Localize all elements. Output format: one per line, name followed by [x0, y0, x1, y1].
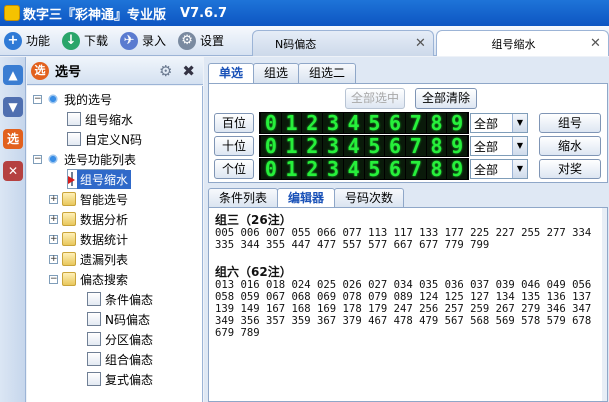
shrink-button[interactable]: 缩水	[539, 136, 601, 156]
tens-digits: 0123456789	[259, 135, 469, 157]
function-button[interactable]: + 功能	[0, 28, 54, 54]
tree-item[interactable]: 组合偏态	[87, 349, 153, 369]
tree-item[interactable]: + 智能选号	[49, 189, 128, 209]
title-bar: 数字三『彩神通』专业版 V7.6.7	[0, 0, 609, 26]
gear-icon[interactable]: ⚙	[159, 62, 172, 80]
folder-icon	[62, 192, 76, 206]
chart-icon[interactable]: ▲	[3, 65, 23, 85]
close-icon[interactable]: ✕	[415, 36, 433, 51]
units-digits: 0123456789	[259, 158, 469, 180]
document-icon	[87, 372, 101, 386]
node-icon	[46, 92, 60, 106]
tree-item[interactable]: − 偏态搜索	[49, 269, 128, 289]
group3-header: 组三（26注）	[215, 213, 292, 227]
tree-item-selected[interactable]: 组号缩水	[67, 169, 132, 189]
filter-icon[interactable]: ▼	[3, 97, 23, 117]
main-panel: 单选 组选 组选二 全部选中 全部清除 百位 0123456789 全部 ▼ 十位…	[204, 57, 609, 402]
group3-line: 335 344 355 447 477 557 577 667 677 779 …	[215, 239, 490, 251]
chevron-down-icon: ▼	[512, 137, 527, 155]
group6-line: 349 356 357 359 367 379 467 478 479 567 …	[215, 315, 592, 327]
arrow-document-icon	[68, 172, 75, 186]
tab-editor[interactable]: 编辑器	[277, 188, 336, 209]
tab-group-two[interactable]: 组选二	[298, 63, 357, 83]
tree-item[interactable]: + 数据分析	[49, 209, 128, 229]
group6-line: 013 016 018 024 025 026 027 034 035 036 …	[215, 279, 592, 291]
tens-button[interactable]: 十位	[214, 136, 254, 156]
tab-condition-list[interactable]: 条件列表	[208, 188, 279, 208]
result-tabs: 条件列表 编辑器 号码次数	[208, 188, 405, 209]
folder-icon	[62, 252, 76, 266]
panel-title: 选号	[55, 65, 82, 80]
select-number-icon: 选	[31, 61, 49, 80]
app-logo-icon	[4, 5, 20, 21]
hundreds-button[interactable]: 百位	[214, 113, 254, 133]
chevron-down-icon: ▼	[512, 114, 527, 132]
tree-item[interactable]: + 数据统计	[49, 229, 128, 249]
group-number-button[interactable]: 组号	[539, 113, 601, 133]
download-button[interactable]: ↓ 下载	[58, 28, 112, 54]
document-icon	[67, 132, 81, 146]
document-icon	[87, 312, 101, 326]
units-button[interactable]: 个位	[214, 159, 254, 179]
tab-single[interactable]: 单选	[208, 63, 255, 84]
group3-line: 005 006 007 055 066 077 113 117 133 177 …	[215, 227, 592, 239]
tree-item[interactable]: 复式偏态	[87, 369, 153, 389]
download-icon: ↓	[62, 31, 81, 50]
clear-all-button[interactable]: 全部清除	[415, 88, 477, 109]
group6-header: 组六（62注）	[215, 265, 292, 279]
digit-selector-panel: 全部选中 全部清除 百位 0123456789 全部 ▼ 十位 012345678…	[208, 83, 608, 183]
select-number-icon[interactable]: 选	[3, 129, 23, 149]
editor-area[interactable]: 组三（26注） 005 006 007 055 066 077 113 117 …	[208, 207, 608, 402]
node-icon	[46, 152, 60, 166]
plus-icon: +	[4, 31, 22, 50]
function-tree: − 我的选号 组号缩水 自定义N码 − 选号功能列表 组号缩水 + 智能选号 + 数据分…	[27, 86, 203, 402]
group6-line: 679 789	[215, 327, 260, 339]
folder-icon	[62, 212, 76, 226]
tree-item[interactable]: 组号缩水	[67, 109, 133, 129]
select-all-button[interactable]: 全部选中	[345, 88, 405, 109]
panel-header: 选 选号 ⚙ ✖	[27, 57, 203, 85]
tab-number-count[interactable]: 号码次数	[334, 188, 405, 208]
tab-n-code-skew[interactable]: N码偏态 ✕	[252, 30, 434, 56]
group6-line: 139 149 167 168 169 178 179 247 256 257 …	[215, 303, 592, 315]
hundreds-digits: 0123456789	[259, 112, 469, 134]
tree-item[interactable]: 自定义N码	[67, 129, 142, 149]
tens-dropdown[interactable]: 全部 ▼	[470, 136, 528, 156]
units-dropdown[interactable]: 全部 ▼	[470, 159, 528, 179]
tree-item[interactable]: 条件偏态	[87, 289, 153, 309]
folder-icon	[62, 232, 76, 246]
document-icon	[87, 352, 101, 366]
award-check-button[interactable]: 对奖	[539, 159, 601, 179]
tree-item[interactable]: 分区偏态	[87, 329, 153, 349]
hundreds-dropdown[interactable]: 全部 ▼	[470, 113, 528, 133]
tree-item[interactable]: + 遗漏列表	[49, 249, 128, 269]
document-icon	[87, 292, 101, 306]
close-icon[interactable]: ✖	[182, 62, 195, 80]
airplane-icon: ✈	[120, 31, 139, 50]
folder-icon	[62, 272, 76, 286]
tools-icon[interactable]: ✕	[3, 161, 23, 181]
document-icon	[87, 332, 101, 346]
close-icon[interactable]: ✕	[590, 36, 608, 51]
group6-line: 058 059 067 068 069 078 079 089 124 125 …	[215, 291, 592, 303]
tab-group-shrink[interactable]: 组号缩水 ✕	[436, 30, 609, 56]
gears-icon: ⚙	[178, 31, 197, 50]
side-strip: ▲ ▼ 选 ✕	[0, 57, 26, 402]
app-version: V7.6.7	[180, 5, 228, 21]
chevron-down-icon: ▼	[512, 160, 527, 178]
selection-mode-tabs: 单选 组选 组选二	[208, 63, 357, 84]
tree-item-function-list[interactable]: − 选号功能列表	[33, 149, 136, 169]
tree-item-my-selection[interactable]: − 我的选号	[33, 89, 112, 109]
input-button[interactable]: ✈ 录入	[116, 28, 170, 54]
editor-scrollbar[interactable]	[602, 208, 607, 401]
tree-item[interactable]: N码偏态	[87, 309, 150, 329]
tab-group[interactable]: 组选	[253, 63, 300, 83]
settings-button[interactable]: ⚙ 设置	[174, 28, 228, 54]
document-icon	[67, 112, 81, 126]
app-title: 数字三『彩神通』专业版	[23, 7, 167, 23]
